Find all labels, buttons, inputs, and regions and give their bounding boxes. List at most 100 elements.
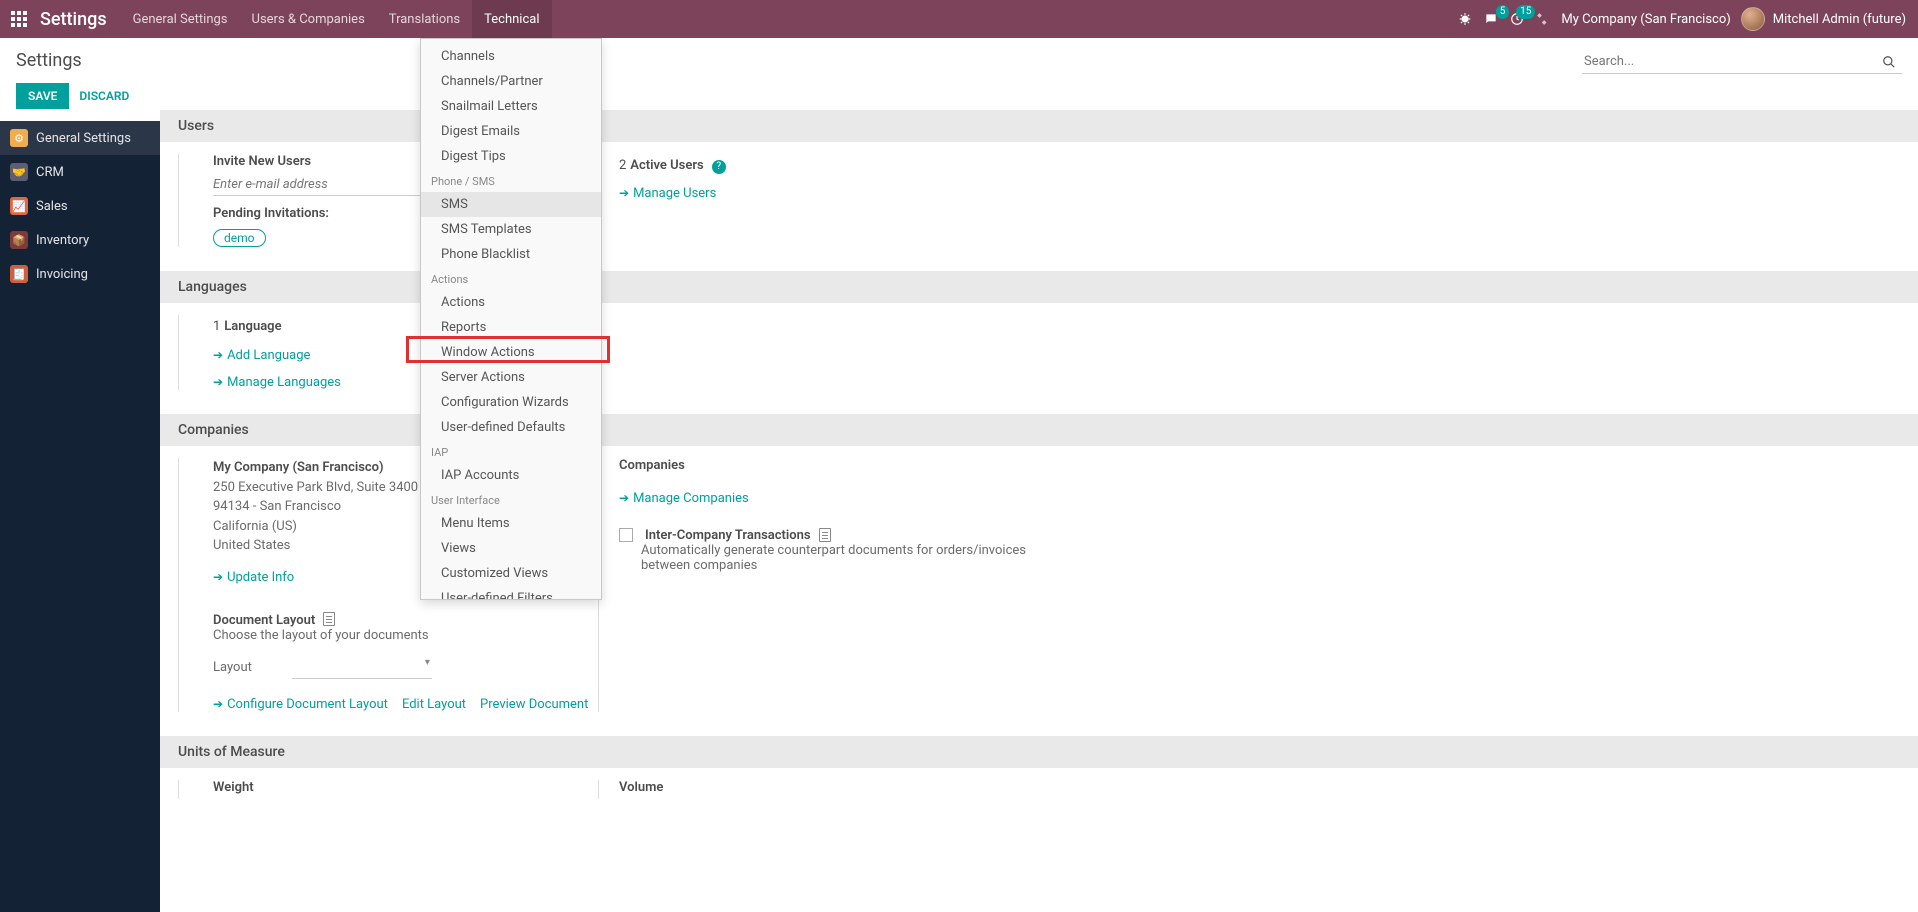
weight-label: Weight (213, 780, 598, 795)
dropdown-item[interactable]: User-defined Filters (421, 586, 601, 600)
menu-technical[interactable]: Technical (472, 0, 551, 38)
dropdown-item[interactable]: Channels/Partner (421, 69, 601, 94)
dropdown-item[interactable]: Snailmail Letters (421, 94, 601, 119)
dropdown-item[interactable]: Reports (421, 315, 601, 340)
dropdown-item[interactable]: Channels (421, 44, 601, 69)
dropdown-item[interactable]: Window Actions (421, 340, 601, 365)
dropdown-item[interactable]: Actions (421, 290, 601, 315)
layout-field-label: Layout (213, 660, 252, 675)
sidebar-item-sales[interactable]: 📈 Sales (0, 189, 160, 223)
intercompany-label: Inter-Company Transactions (645, 528, 811, 543)
manage-users-link[interactable]: ➔Manage Users (619, 186, 716, 201)
top-navbar: Settings General Settings Users & Compan… (0, 0, 1918, 38)
dropdown-item[interactable]: Server Actions (421, 365, 601, 390)
dropdown-item[interactable]: SMS (421, 192, 601, 217)
menu-users-companies[interactable]: Users & Companies (240, 0, 377, 38)
company-switcher[interactable]: My Company (San Francisco) (1561, 12, 1730, 27)
dropdown-group: IAP (421, 440, 601, 463)
configure-layout-link[interactable]: ➔Configure Document Layout (213, 697, 388, 712)
arrow-right-icon: ➔ (213, 697, 223, 711)
sidebar-item-general[interactable]: ⚙ General Settings (0, 121, 160, 155)
intercompany-checkbox[interactable] (619, 528, 633, 542)
sidebar-item-label: Inventory (36, 233, 89, 248)
sidebar: ⚙ General Settings 🤝 CRM 📈 Sales 📦 Inven… (0, 121, 160, 912)
dropdown-item[interactable]: Configuration Wizards (421, 390, 601, 415)
preview-document-link[interactable]: Preview Document (480, 697, 588, 712)
dropdown-group: Actions (421, 267, 601, 290)
brand[interactable]: Settings (38, 9, 121, 30)
update-info-link[interactable]: ➔Update Info (213, 570, 294, 585)
technical-dropdown: AliasesChannelsChannels/PartnerSnailmail… (420, 38, 602, 600)
arrow-right-icon: ➔ (619, 491, 629, 505)
volume-label: Volume (619, 780, 1918, 795)
dropdown-group: User Interface (421, 488, 601, 511)
dropdown-item[interactable]: Phone Blacklist (421, 242, 601, 267)
menu-general-settings[interactable]: General Settings (121, 0, 240, 38)
dropdown-item[interactable]: IAP Accounts (421, 463, 601, 488)
manage-companies-link[interactable]: ➔Manage Companies (619, 491, 749, 506)
avatar (1741, 7, 1765, 31)
doc-layout-desc: Choose the layout of your documents (213, 628, 598, 643)
active-users-label: Active Users (630, 158, 703, 173)
document-icon[interactable] (323, 612, 335, 626)
manage-languages-link[interactable]: ➔Manage Languages (213, 375, 341, 390)
invite-email-input[interactable] (213, 174, 433, 196)
sidebar-item-label: CRM (36, 165, 64, 180)
box-icon: 📦 (10, 231, 28, 249)
activity-icon[interactable]: 15 (1509, 11, 1525, 27)
section-header-uom: Units of Measure (160, 736, 1918, 768)
intercompany-desc1: Automatically generate counterpart docum… (641, 543, 1918, 558)
main-container: Settings SAVE DISCARD ⚙ General Settings… (0, 38, 1918, 912)
layout-select[interactable] (292, 657, 432, 679)
document-icon[interactable] (819, 528, 831, 542)
user-name: Mitchell Admin (future) (1773, 12, 1906, 27)
apps-icon[interactable] (0, 0, 38, 38)
dropdown-item[interactable]: Digest Emails (421, 119, 601, 144)
top-menu: General Settings Users & Companies Trans… (121, 0, 552, 38)
companies-right-header: Companies (619, 458, 1918, 473)
page-title: Settings (16, 50, 144, 71)
save-button[interactable]: SAVE (16, 83, 69, 109)
messaging-badge: 5 (1496, 5, 1510, 19)
dropdown-item[interactable]: SMS Templates (421, 217, 601, 242)
sidebar-item-label: Sales (36, 199, 68, 214)
discard-button[interactable]: DISCARD (79, 89, 129, 103)
sidebar-item-crm[interactable]: 🤝 CRM (0, 155, 160, 189)
sidebar-item-label: General Settings (36, 131, 131, 146)
active-users-count: 2 (619, 158, 626, 173)
document-icon: 🧾 (10, 265, 28, 283)
arrow-right-icon: ➔ (213, 375, 223, 389)
dropdown-item[interactable]: Digest Tips (421, 144, 601, 169)
handshake-icon: 🤝 (10, 163, 28, 181)
search-icon[interactable] (1882, 54, 1898, 70)
intercompany-desc2: between companies (641, 558, 1918, 573)
add-language-link[interactable]: ➔Add Language (213, 348, 310, 363)
search-input[interactable] (1582, 50, 1902, 74)
nav-right: 5 15 My Company (San Francisco) Mitchell… (1457, 7, 1918, 31)
user-menu[interactable]: Mitchell Admin (future) (1741, 7, 1906, 31)
language-label: Language (224, 319, 281, 334)
tools-icon[interactable] (1535, 11, 1551, 27)
dropdown-item[interactable]: Views (421, 536, 601, 561)
sidebar-item-invoicing[interactable]: 🧾 Invoicing (0, 257, 160, 291)
doc-layout-label: Document Layout (213, 613, 315, 628)
dropdown-item[interactable]: Menu Items (421, 511, 601, 536)
edit-layout-link[interactable]: Edit Layout (402, 697, 466, 712)
sidebar-item-inventory[interactable]: 📦 Inventory (0, 223, 160, 257)
arrow-right-icon: ➔ (619, 186, 629, 200)
menu-translations[interactable]: Translations (377, 0, 472, 38)
arrow-right-icon: ➔ (213, 570, 223, 584)
help-icon[interactable]: ? (712, 160, 726, 174)
sidebar-item-label: Invoicing (36, 267, 88, 282)
dropdown-item[interactable]: Customized Views (421, 561, 601, 586)
activity-badge: 15 (1516, 5, 1535, 19)
dropdown-item[interactable]: User-defined Defaults (421, 415, 601, 440)
chart-icon: 📈 (10, 197, 28, 215)
arrow-right-icon: ➔ (213, 348, 223, 362)
pending-tag[interactable]: demo (213, 229, 266, 247)
language-count: 1 (213, 319, 220, 334)
section-uom: Weight Volume (160, 768, 1918, 803)
messaging-icon[interactable]: 5 (1483, 11, 1499, 27)
dropdown-group: Phone / SMS (421, 169, 601, 192)
bug-icon[interactable] (1457, 11, 1473, 27)
